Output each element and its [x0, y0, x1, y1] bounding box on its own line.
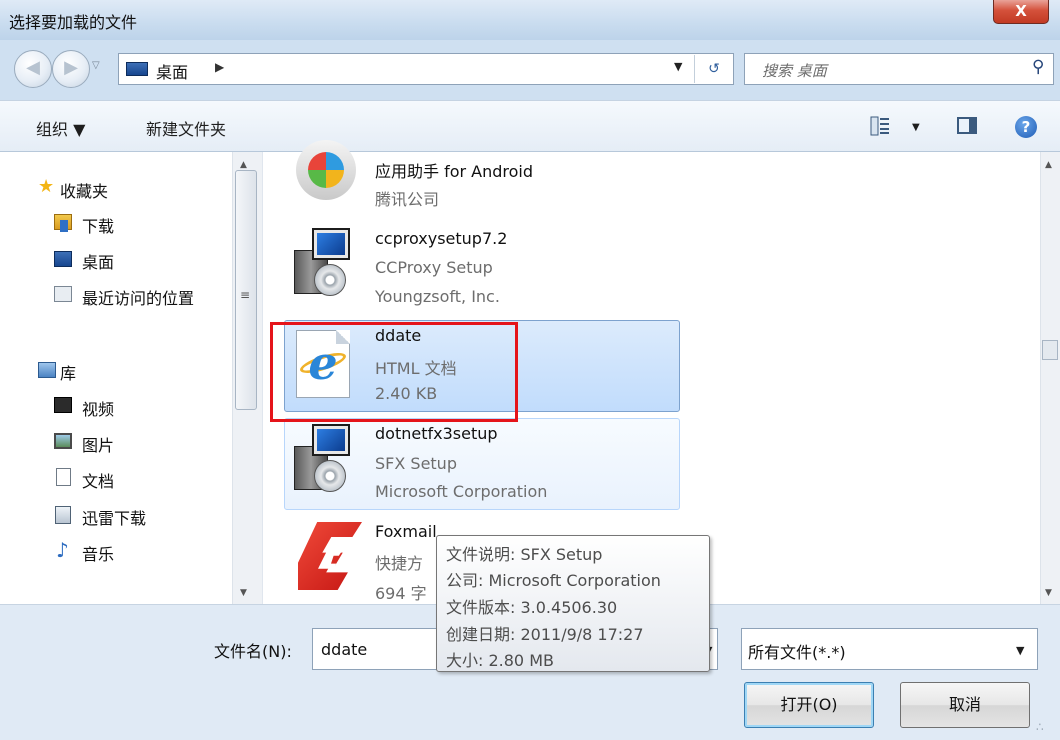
nav-scroll-up-icon[interactable]: ▲ [240, 160, 247, 170]
resize-grip-icon[interactable]: ∴ [1036, 720, 1044, 734]
tooltip-version: 文件版本: 3.0.4506.30 [446, 598, 618, 617]
tooltip-size: 大小: 2.80 MB [446, 651, 554, 670]
file-size: 694 字 [375, 584, 427, 603]
tooltip-description: 文件说明: SFX Setup [446, 545, 603, 564]
filename-label: 文件名(N): [214, 642, 292, 661]
new-folder-button[interactable]: 新建文件夹 [146, 116, 226, 140]
address-dropdown-icon[interactable]: ▼ [674, 60, 682, 73]
file-scroll-up-icon[interactable]: ▲ [1045, 160, 1052, 170]
window-title: 选择要加载的文件 [9, 13, 138, 32]
desktop-icon [126, 62, 148, 76]
file-company: Youngzsoft, Inc. [375, 287, 500, 306]
android-assistant-icon [296, 140, 356, 200]
file-company: 腾讯公司 [375, 190, 440, 209]
nav-scroll-down-icon[interactable]: ▼ [240, 588, 247, 598]
installer-icon [290, 424, 354, 494]
file-scroll-down-icon[interactable]: ▼ [1045, 588, 1052, 598]
file-company: Microsoft Corporation [375, 482, 548, 501]
nav-documents[interactable]: 文档 [82, 468, 114, 492]
nav-pictures[interactable]: 图片 [82, 432, 114, 456]
tooltip-company: 公司: Microsoft Corporation [446, 571, 661, 590]
back-button[interactable]: ◀ [14, 50, 52, 88]
forward-button[interactable]: ▶ [52, 50, 90, 88]
file-name[interactable]: Foxmail [375, 522, 437, 541]
music-icon: ♪ [56, 538, 69, 562]
preview-pane-icon[interactable] [957, 117, 977, 134]
breadcrumb-desktop[interactable]: 桌面 [156, 59, 188, 83]
navigation-pane [0, 152, 262, 604]
file-name[interactable]: ccproxysetup7.2 [375, 229, 507, 248]
file-name[interactable]: 应用助手 for Android [375, 158, 533, 182]
nav-libraries[interactable]: 库 [60, 360, 76, 384]
desktop-icon [54, 251, 72, 267]
videos-icon [54, 397, 72, 413]
cancel-button[interactable]: 取消 [900, 682, 1030, 728]
download-arrow-icon [60, 220, 68, 232]
open-button[interactable]: 打开(O) [744, 682, 874, 728]
pictures-icon [54, 433, 72, 449]
recent-places-icon [54, 286, 72, 302]
nav-favorites[interactable]: 收藏夹 [60, 178, 108, 202]
help-icon[interactable]: ? [1015, 116, 1037, 138]
tooltip-created: 创建日期: 2011/9/8 17:27 [446, 625, 644, 644]
red-highlight-box [270, 322, 518, 422]
filetype-dropdown-icon[interactable]: ▼ [1016, 644, 1024, 657]
file-description: SFX Setup [375, 454, 457, 473]
filetype-value[interactable]: 所有文件(*.*) [748, 639, 846, 663]
nav-downloads[interactable]: 下载 [82, 213, 114, 237]
xunlei-download-icon [55, 506, 71, 524]
documents-icon [56, 468, 71, 486]
address-bar[interactable] [118, 53, 734, 85]
nav-music[interactable]: 音乐 [82, 541, 114, 565]
nav-recent-places[interactable]: 最近访问的位置 [82, 285, 194, 309]
search-placeholder: 搜索 桌面 [762, 62, 827, 80]
file-description: CCProxy Setup [375, 258, 493, 277]
views-dropdown-icon[interactable]: ▼ [912, 122, 920, 133]
star-icon: ★ [38, 176, 55, 197]
change-view-icon[interactable] [870, 116, 890, 136]
search-icon[interactable]: ⚲ [1032, 57, 1044, 77]
recent-pages-dropdown[interactable]: ▽ [92, 60, 100, 71]
nav-desktop[interactable]: 桌面 [82, 249, 114, 273]
refresh-button[interactable]: ↺ [694, 55, 733, 83]
file-list-scrollbar[interactable] [1040, 152, 1060, 604]
file-type: 快捷方 [375, 554, 424, 573]
nav-videos[interactable]: 视频 [82, 396, 114, 420]
organize-menu-button[interactable]: 组织 ▼ [36, 116, 85, 140]
nav-xunlei-download[interactable]: 迅雷下载 [82, 505, 146, 529]
close-button[interactable]: X [993, 0, 1049, 24]
file-name[interactable]: dotnetfx3setup [375, 424, 498, 443]
scroll-grip-icon: ≡ [240, 288, 251, 302]
installer-icon [290, 228, 354, 298]
filename-value[interactable]: ddate [321, 640, 367, 659]
breadcrumb-chevron-icon[interactable]: ▶ [215, 60, 224, 74]
file-scroll-thumb[interactable] [1042, 340, 1058, 360]
libraries-icon [38, 362, 56, 378]
title-bar [0, 0, 1060, 40]
